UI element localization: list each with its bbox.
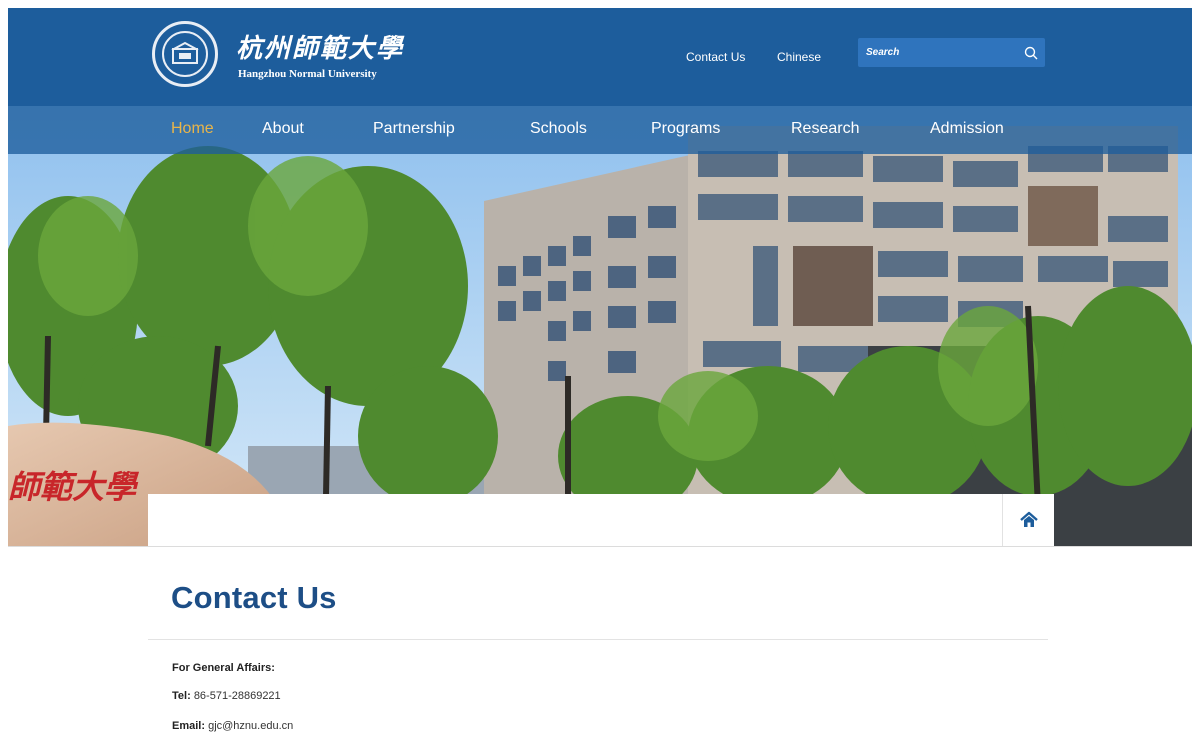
email-label: Email: [172,720,206,732]
nav-item-about[interactable]: About [262,120,304,138]
page: 杭州師範大學 Hangzhou Normal University Contac… [8,8,1192,753]
general-affairs-heading: For General Affairs: [172,662,275,674]
email-line: Email: gjc@hznu.edu.cn [172,720,293,732]
search-box [858,38,1045,67]
search-icon[interactable] [1020,42,1041,63]
nav-item-programs[interactable]: Programs [651,120,720,138]
nav-item-research[interactable]: Research [791,120,859,138]
seal-emblem-icon [171,41,199,64]
title-divider [148,639,1048,640]
university-seal-logo[interactable] [152,21,218,87]
chinese-language-link[interactable]: Chinese [777,50,821,64]
campus-hero-image: 師範大學 [8,106,1192,546]
breadcrumb [148,494,1054,546]
content-top-rule [8,546,1192,547]
header-bar: 杭州師範大學 Hangzhou Normal University Contac… [8,8,1192,106]
main-nav: Home About Partnership Schools Programs … [8,106,1192,154]
nav-item-partnership[interactable]: Partnership [373,120,455,138]
nav-item-admission[interactable]: Admission [930,120,1004,138]
logo-chinese-name[interactable]: 杭州師範大學 [236,28,404,65]
nav-item-schools[interactable]: Schools [530,120,587,138]
page-title: Contact Us [171,580,337,615]
general-affairs-label: For General Affairs: [172,662,275,674]
tel-line: Tel: 86-571-28869221 [172,690,281,702]
nav-item-home[interactable]: Home [171,120,214,138]
logo-english-name[interactable]: Hangzhou Normal University [238,68,377,80]
rock-inscription: 師範大學 [8,468,140,506]
seal-inner [162,31,208,77]
contact-us-link[interactable]: Contact Us [686,50,745,64]
email-value[interactable]: gjc@hznu.edu.cn [208,720,293,732]
tel-label: Tel: [172,690,191,702]
search-input[interactable] [858,38,1018,67]
tel-value[interactable]: 86-571-28869221 [194,690,281,702]
home-icon[interactable] [1002,494,1054,546]
